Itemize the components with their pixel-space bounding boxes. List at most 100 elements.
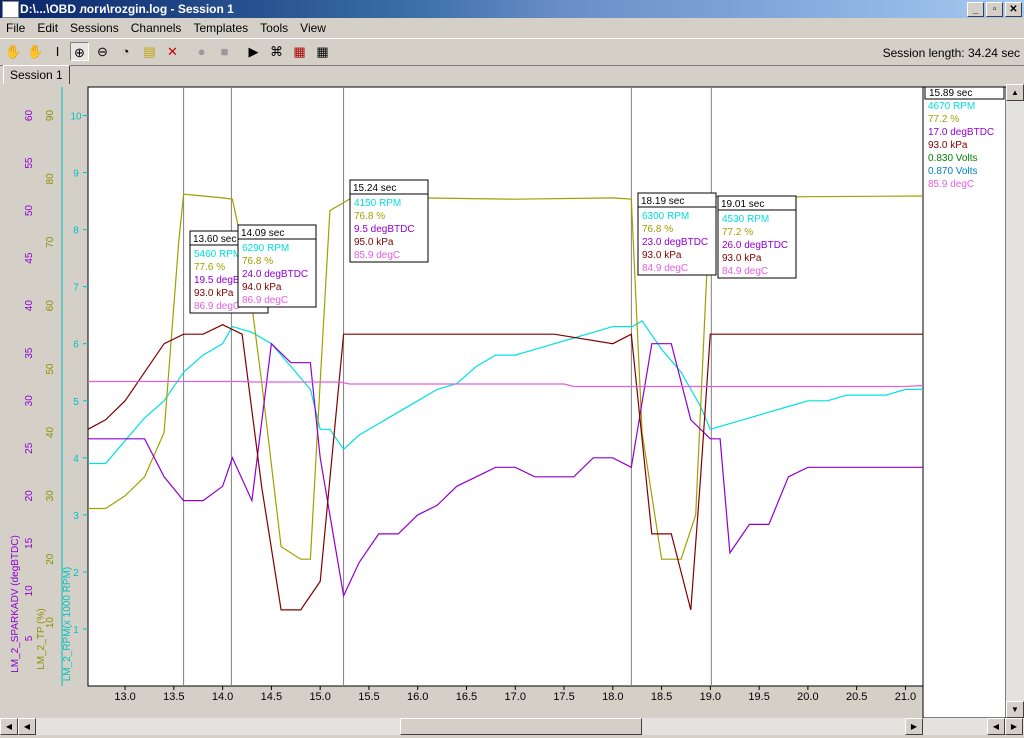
cursor-value: 76.8 % <box>242 256 273 267</box>
menu-templates[interactable]: Templates <box>187 21 254 35</box>
title-bar: D:\...\OBD логи\rozgin.log - Session 1 _… <box>0 0 1024 18</box>
x-tick-label: 13.5 <box>163 691 184 703</box>
x-tick-label: 18.5 <box>651 691 672 703</box>
cursor-value: 84.9 degC <box>722 266 768 277</box>
legend-value: 77.2 % <box>928 114 959 125</box>
cursor-value: 85.9 degC <box>354 250 400 261</box>
rpm-axis-label: LM_2_RPM(x 1000 RPM) <box>62 567 73 681</box>
cursor-value: 93.0 kPa <box>642 250 682 261</box>
cursor-value: 77.2 % <box>722 227 753 238</box>
scroll-down-button[interactable]: ▼ <box>1006 701 1024 718</box>
window-title: D:\...\OBD логи\rozgin.log - Session 1 <box>20 2 234 16</box>
record-icon: ● <box>197 44 206 59</box>
x-tick-label: 16.5 <box>456 691 477 703</box>
scroll-left-end-button[interactable]: ◀ <box>18 718 36 735</box>
menu-view[interactable]: View <box>294 21 332 35</box>
x-tick-label: 15.5 <box>358 691 379 703</box>
cursor-readout: 18.19 sec 6300 RPM 76.8 % 23.0 degBTDC 93.0 … <box>637 192 717 276</box>
rpm-tick-label: 2 <box>73 568 79 579</box>
cursor-value: 4150 RPM <box>354 198 401 209</box>
tp-tick-label: 90 <box>45 110 56 122</box>
cursor-value: 4530 RPM <box>722 214 769 225</box>
rpm-tick-label: 5 <box>73 397 79 408</box>
close-button[interactable]: ✕ <box>1005 2 1022 17</box>
stop-square-icon: ■ <box>220 44 229 59</box>
scroll-left-small-button[interactable]: ◀ <box>987 718 1005 735</box>
tp-tick-label: 20 <box>45 553 56 565</box>
chart-icon[interactable]: ▦ <box>290 42 309 61</box>
cursor-value: 24.0 degBTDC <box>242 269 308 280</box>
cursor-value: 93.0 kPa <box>194 288 234 299</box>
x-tick-label: 14.5 <box>261 691 282 703</box>
x-tick-label: 16.0 <box>407 691 428 703</box>
cursor-readout: 19.01 sec 4530 RPM 77.2 % 26.0 degBTDC 93.0 … <box>717 195 797 279</box>
plot-area[interactable]: 1 2 3 4 5 6 7 8 9 10 10 20 30 40 50 60 70 80 90 5 10 15 20 25 30… <box>0 84 1024 735</box>
app-icon <box>2 1 19 18</box>
cursor-time: 19.01 sec <box>721 199 764 210</box>
zoom-in-icon[interactable]: ⊕ <box>70 42 89 61</box>
menu-sessions[interactable]: Sessions <box>64 21 125 35</box>
menu-edit[interactable]: Edit <box>31 21 64 35</box>
restore-button[interactable]: ▫ <box>986 2 1003 17</box>
cursor-i-icon[interactable]: I <box>48 42 67 61</box>
cursor-time: 18.19 sec <box>641 196 684 207</box>
menu-file[interactable]: File <box>0 21 31 35</box>
chart-svg[interactable]: 1234567891010203040506070809051015202530… <box>0 84 1024 735</box>
cursor-value: 86.9 degC <box>194 301 240 312</box>
tp-tick-label: 80 <box>45 173 56 185</box>
session-length: Session length: 34.24 sec <box>882 46 1020 60</box>
hand-icon[interactable]: ✋ <box>4 42 23 61</box>
legend-value: 85.9 degC <box>928 179 974 190</box>
x-tick-label: 18.0 <box>602 691 623 703</box>
scroll-right-small-button[interactable]: ▶ <box>1005 718 1023 735</box>
stop-icon[interactable]: ✕ <box>163 42 182 61</box>
scroll-right-button[interactable]: ▶ <box>905 718 923 735</box>
rpm-tick-label: 3 <box>73 511 79 522</box>
rpm-tick-label: 9 <box>73 169 79 180</box>
tp-tick-label: 40 <box>45 426 56 438</box>
legend-time: 15.89 sec <box>929 88 972 99</box>
tab-session-1[interactable]: Session 1 <box>3 65 70 86</box>
x-tick-label: 14.0 <box>212 691 233 703</box>
cursor-value: 6290 RPM <box>242 243 289 254</box>
tab-row: Session 1 <box>0 64 1024 86</box>
zoom-out-icon[interactable]: ⊖ <box>93 42 112 61</box>
spark-tick-label: 15 <box>24 537 35 549</box>
spark-tick-label: 45 <box>24 252 35 264</box>
horizontal-scrollbar[interactable]: ◀ ◀ ▶ ◀ ▶ <box>0 718 1024 735</box>
tp-tick-label: 50 <box>45 363 56 375</box>
vertical-scrollbar[interactable]: ▲ ▼ <box>1006 84 1024 718</box>
rpm-tick-label: 7 <box>73 283 79 294</box>
menu-tools[interactable]: Tools <box>254 21 294 35</box>
cursor-value: 23.0 degBTDC <box>642 237 708 248</box>
legend-value: 4670 RPM <box>928 101 975 112</box>
grid-icon[interactable]: ▦ <box>313 42 332 61</box>
spark-tick-label: 30 <box>24 395 35 407</box>
stopwatch-icon[interactable]: ◔ <box>116 42 135 61</box>
legend-value: 17.0 degBTDC <box>928 127 994 138</box>
scroll-thumb[interactable] <box>400 718 642 735</box>
cursor-value: 76.8 % <box>642 224 673 235</box>
scroll-left-button[interactable]: ◀ <box>0 718 18 735</box>
cursor-value: 86.9 degC <box>242 295 288 306</box>
spark-axis-label: LM_2_SPARKADV (degBTDC) <box>10 535 21 673</box>
scroll-up-button[interactable]: ▲ <box>1006 84 1024 101</box>
notes-icon[interactable]: ▤ <box>140 42 159 61</box>
cursor-value: 26.0 degBTDC <box>722 240 788 251</box>
spark-tick-label: 40 <box>24 300 35 312</box>
rpm-tick-label: 8 <box>73 226 79 237</box>
rpm-tick-label: 1 <box>73 625 79 636</box>
x-tick-label: 19.0 <box>700 691 721 703</box>
minimize-button[interactable]: _ <box>967 2 984 17</box>
cursor-value: 94.0 kPa <box>242 282 282 293</box>
legend-value: 93.0 kPa <box>928 140 968 151</box>
spark-tick-label: 50 <box>24 205 35 217</box>
spark-tick-label: 10 <box>24 585 35 597</box>
binoculars-icon[interactable]: ⌘ <box>267 42 286 61</box>
toolbar: ✋ ✋ I ⊕ ⊖ ◔ ▤ ✕ ● ■ ▶ ⌘ ▦ ▦ Session leng… <box>0 38 1024 66</box>
x-tick-label: 20.5 <box>846 691 867 703</box>
menu-channels[interactable]: Channels <box>125 21 188 35</box>
x-tick-label: 13.0 <box>114 691 135 703</box>
spark-tick-label: 55 <box>24 157 35 169</box>
play-icon[interactable]: ▶ <box>244 42 263 61</box>
